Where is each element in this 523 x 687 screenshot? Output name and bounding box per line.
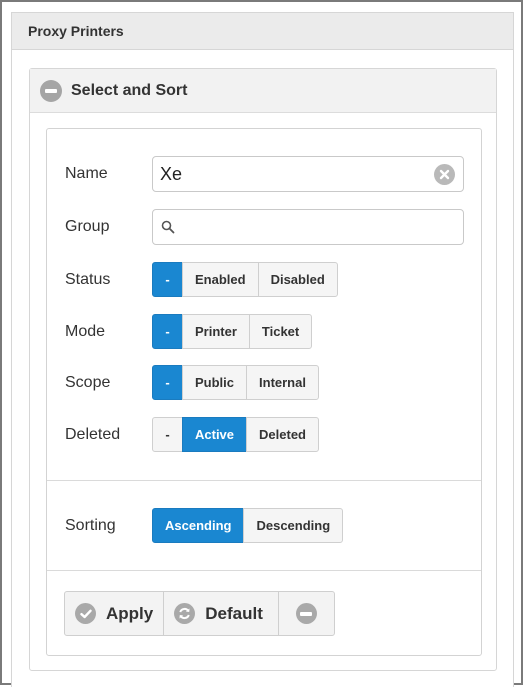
- clear-icon[interactable]: [434, 164, 455, 185]
- name-input[interactable]: Xe: [152, 156, 464, 192]
- name-row: Name Xe: [47, 156, 481, 192]
- minus-circle-icon: [295, 603, 317, 624]
- scope-option-public[interactable]: Public: [182, 365, 248, 400]
- group-label: Group: [65, 218, 110, 235]
- scope-toggle-group: - Public Internal: [152, 365, 319, 400]
- divider: [47, 480, 481, 481]
- sorting-label: Sorting: [65, 517, 116, 534]
- apply-label: Apply: [106, 603, 154, 623]
- panel-title: Proxy Printers: [12, 13, 513, 50]
- mode-option-ticket[interactable]: Ticket: [248, 314, 313, 349]
- search-icon: [161, 220, 175, 234]
- divider: [47, 570, 481, 571]
- deleted-row: Deleted - Active Deleted: [47, 417, 481, 453]
- status-toggle-group: - Enabled Disabled: [152, 262, 338, 297]
- apply-button[interactable]: Apply: [64, 591, 165, 636]
- mode-label: Mode: [65, 323, 106, 340]
- scope-row: Scope - Public Internal: [47, 365, 481, 401]
- name-label: Name: [65, 165, 108, 182]
- default-label: Default: [205, 603, 263, 623]
- sorting-row: Sorting Ascending Descending: [47, 508, 481, 544]
- status-label: Status: [65, 271, 111, 288]
- scope-label: Scope: [65, 374, 111, 391]
- mode-row: Mode - Printer Ticket: [47, 314, 481, 350]
- status-option-disabled[interactable]: Disabled: [257, 262, 338, 297]
- collapse-icon[interactable]: [40, 79, 62, 102]
- section-title: Select and Sort: [71, 81, 188, 99]
- group-row: Group: [47, 209, 481, 245]
- sort-descending-button[interactable]: Descending: [243, 508, 344, 543]
- refresh-icon: [174, 603, 196, 624]
- group-input[interactable]: [152, 209, 464, 245]
- deleted-label: Deleted: [65, 426, 121, 443]
- deleted-toggle-group: - Active Deleted: [152, 417, 319, 452]
- filter-form: Name Xe Group Status - Enabled Disabled …: [46, 128, 482, 656]
- name-input-value: Xe: [160, 164, 183, 184]
- mode-option-printer[interactable]: Printer: [182, 314, 250, 349]
- deleted-option-any[interactable]: -: [152, 417, 183, 452]
- scope-option-any[interactable]: -: [152, 365, 183, 400]
- action-button-group: Apply Default: [64, 591, 335, 636]
- mode-option-any[interactable]: -: [152, 314, 183, 349]
- scope-option-internal[interactable]: Internal: [246, 365, 319, 400]
- proxy-printers-panel: Proxy Printers Select and Sort Name Xe G…: [11, 12, 514, 687]
- mode-toggle-group: - Printer Ticket: [152, 314, 313, 349]
- window: Proxy Printers Select and Sort Name Xe G…: [0, 0, 523, 687]
- select-and-sort-panel: Select and Sort Name Xe Group Status - E…: [29, 68, 497, 671]
- status-row: Status - Enabled Disabled: [47, 262, 481, 298]
- status-option-enabled[interactable]: Enabled: [182, 262, 259, 297]
- default-button[interactable]: Default: [163, 591, 279, 636]
- clear-filters-button[interactable]: [277, 591, 335, 636]
- status-option-any[interactable]: -: [152, 262, 183, 297]
- checkmark-icon: [75, 603, 96, 624]
- deleted-option-deleted[interactable]: Deleted: [246, 417, 319, 452]
- sort-ascending-button[interactable]: Ascending: [152, 508, 245, 543]
- section-header[interactable]: Select and Sort: [30, 69, 496, 113]
- deleted-option-active[interactable]: Active: [182, 417, 248, 452]
- sorting-toggle-group: Ascending Descending: [152, 508, 344, 543]
